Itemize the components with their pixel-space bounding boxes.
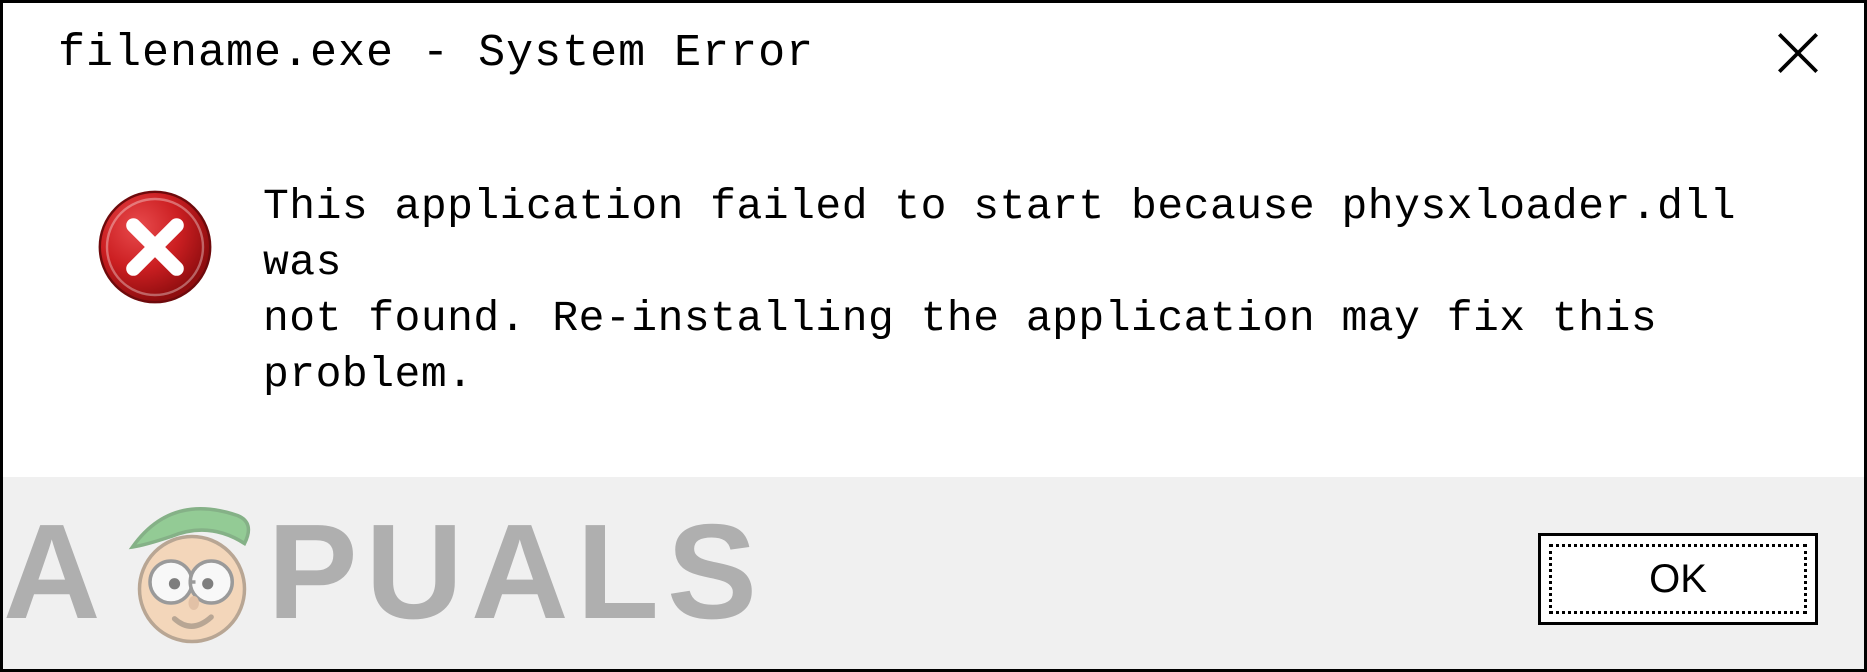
ok-button-label: OK — [1649, 557, 1707, 602]
ok-button[interactable]: OK — [1538, 533, 1818, 625]
close-icon — [1770, 25, 1826, 81]
error-message: This application failed to start because… — [263, 179, 1794, 403]
content-area: This application failed to start because… — [3, 109, 1864, 473]
watermark-prefix: A — [3, 494, 101, 649]
watermark-suffix: PUALS — [268, 494, 766, 649]
mascot-icon — [101, 484, 276, 659]
button-row: A PUALS OK — [3, 477, 1864, 669]
watermark: A PUALS — [3, 484, 765, 659]
error-dialog: filename.exe - System Error — [0, 0, 1867, 672]
error-icon — [95, 187, 215, 307]
titlebar: filename.exe - System Error — [3, 3, 1864, 109]
close-button[interactable] — [1770, 25, 1826, 81]
dialog-title: filename.exe - System Error — [58, 28, 814, 79]
